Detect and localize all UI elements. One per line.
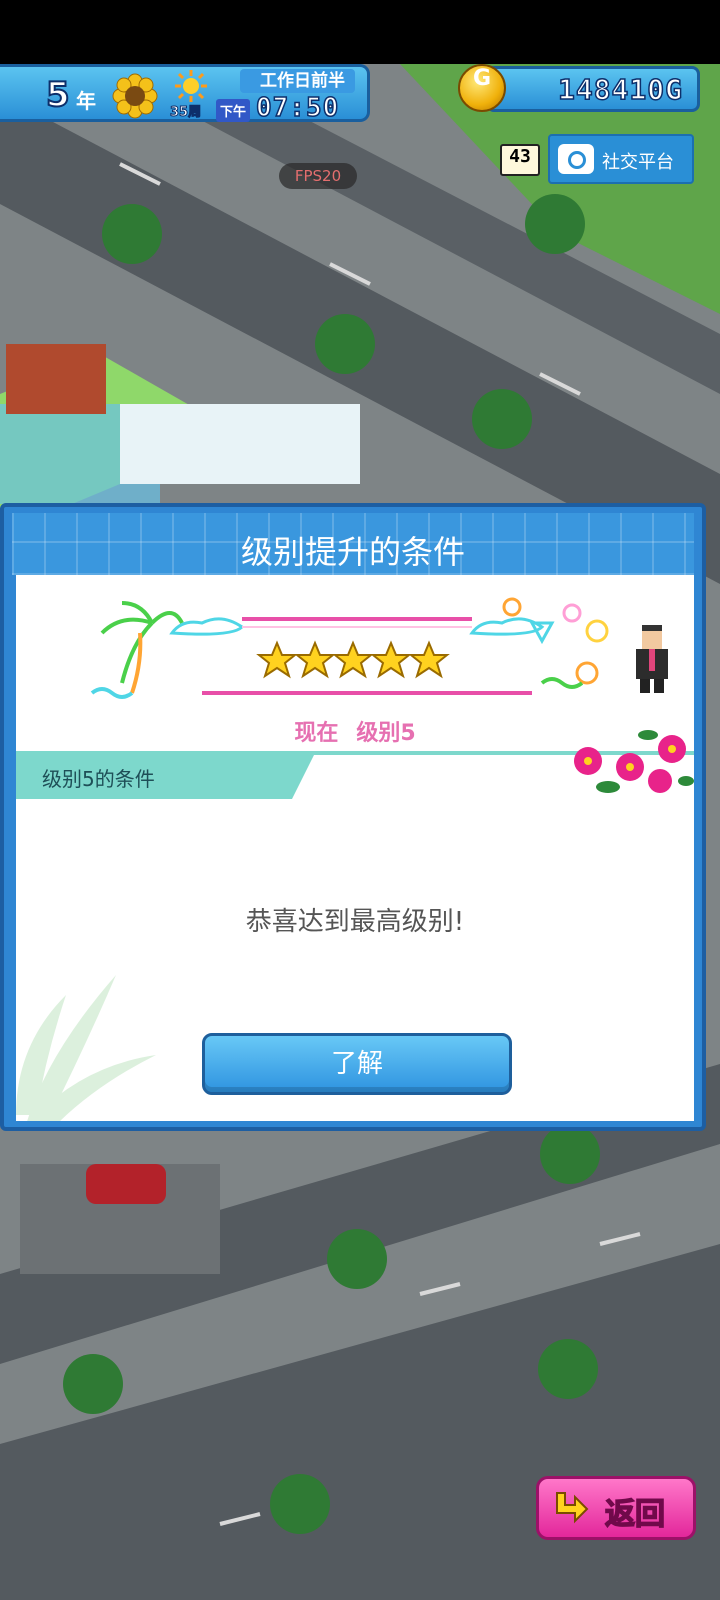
- star-icon: [332, 640, 374, 679]
- ampm-badge: 下午: [216, 99, 251, 122]
- ok-button[interactable]: 了解: [202, 1033, 512, 1095]
- rating-stars: [256, 640, 450, 679]
- money-panel: 148410G: [486, 66, 700, 112]
- conditions-tab: 级别5的条件: [16, 751, 316, 799]
- week-label: 35周: [169, 105, 202, 121]
- conditions-tab-label: 级别5的条件: [42, 767, 155, 791]
- fps-counter: FPS20: [279, 163, 357, 189]
- year-unit: 年: [76, 89, 96, 113]
- year-number: 5: [45, 74, 71, 116]
- sunny-weather-icon: [175, 70, 207, 102]
- rank-chip-value: 43: [509, 146, 531, 167]
- camera-icon: [558, 144, 594, 174]
- current-level: 级别5: [356, 721, 416, 746]
- dialog-body: 现在 级别5 级别5的条件 恭喜达到最高级别! 了解: [16, 575, 694, 1121]
- current-label: 现在: [294, 721, 339, 746]
- money-amount: 148410G: [557, 72, 683, 107]
- star-icon: [408, 640, 450, 679]
- return-arrow-icon: [556, 1492, 589, 1524]
- status-bar: [0, 0, 720, 64]
- social-platform-button[interactable]: 社交平台: [548, 134, 694, 184]
- date-time-panel[interactable]: 5 年 35周 下午 工作日前半 07:50: [0, 64, 370, 124]
- palm-leaf-decoration: [16, 975, 156, 1121]
- coin-symbol: G: [472, 66, 492, 91]
- level-up-conditions-dialog: 级别提升的条件 现在 级别5 级别5的条件 恭喜达到最高级别! 了解: [0, 503, 706, 1131]
- dialog-title: 级别提升的条件: [240, 533, 465, 571]
- star-icon: [294, 640, 336, 679]
- star-icon: [370, 640, 412, 679]
- gold-coin-icon: G: [458, 64, 506, 112]
- hibiscus-flowers-icon: [574, 730, 694, 793]
- clock-time: 07:50: [255, 92, 340, 124]
- sunflower-icon: [112, 73, 158, 119]
- rank-chip: 43: [500, 144, 540, 176]
- neon-rating-banner: [90, 597, 609, 699]
- period-label: 工作日前半: [240, 69, 355, 93]
- manager-character-icon: [636, 625, 668, 693]
- star-icon: [256, 640, 298, 679]
- back-label: 返回: [604, 1496, 666, 1533]
- social-platform-label: 社交平台: [602, 152, 674, 173]
- dialog-header: 级别提升的条件: [12, 513, 694, 575]
- back-button[interactable]: 返回: [536, 1476, 696, 1540]
- max-level-message: 恭喜达到最高级别!: [245, 907, 465, 937]
